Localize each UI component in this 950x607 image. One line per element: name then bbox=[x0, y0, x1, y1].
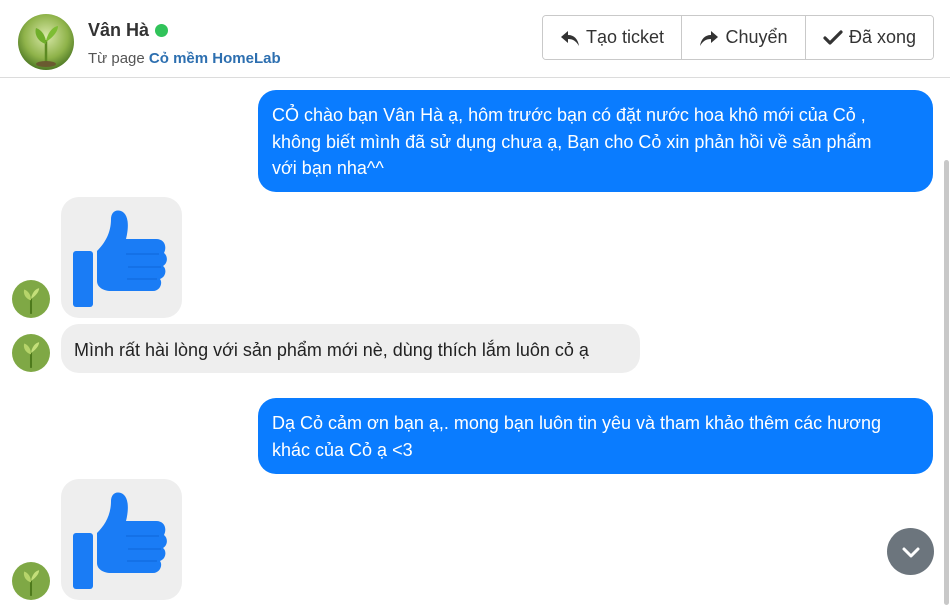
thumbs-up-icon bbox=[73, 210, 167, 307]
message-scrollbar[interactable] bbox=[943, 80, 950, 605]
avatar[interactable] bbox=[18, 14, 74, 70]
message-line: CỎ chào bạn Vân Hà ạ, hôm trước bạn có đ… bbox=[272, 105, 866, 125]
conversation-header: Vân Hà Từ page Cỏ mềm HomeLab Tạo ticket bbox=[0, 0, 950, 78]
contact-name-text: Vân Hà bbox=[88, 20, 150, 40]
checkmark-icon bbox=[823, 28, 843, 48]
message-line: không biết mình đã sử dụng chưa ạ, Bạn c… bbox=[272, 131, 872, 152]
chat-window: Vân Hà Từ page Cỏ mềm HomeLab Tạo ticket bbox=[0, 0, 950, 607]
message-line: Mình rất hài lòng với sản phẩm mới nè, d… bbox=[74, 340, 589, 360]
message-line: Dạ Cỏ cảm ơn bạn ạ,. mong bạn luôn tin y… bbox=[272, 413, 881, 433]
action-button-group: Tạo ticket Chuyển Đã xong bbox=[542, 15, 934, 60]
scroll-to-bottom-button[interactable] bbox=[887, 528, 934, 575]
contact-name: Vân Hà bbox=[88, 20, 169, 41]
message-line: với bạn nha^^ bbox=[272, 158, 384, 178]
contact-avatar-small[interactable] bbox=[12, 334, 50, 372]
mark-done-button[interactable]: Đã xong bbox=[806, 16, 933, 59]
online-status-icon bbox=[155, 24, 169, 37]
incoming-message[interactable]: Mình rất hài lòng với sản phẩm mới nè, d… bbox=[61, 324, 640, 373]
create-ticket-button[interactable]: Tạo ticket bbox=[543, 16, 682, 59]
thumbs-up-sticker[interactable] bbox=[61, 197, 182, 318]
create-ticket-label: Tạo ticket bbox=[585, 27, 665, 47]
share-arrow-icon bbox=[699, 28, 719, 48]
forward-button[interactable]: Chuyển bbox=[682, 16, 806, 59]
source-prefix: Từ page bbox=[88, 50, 145, 67]
thumbs-up-sticker[interactable] bbox=[61, 479, 182, 600]
contact-avatar-small[interactable] bbox=[12, 280, 50, 318]
page-source: Từ page Cỏ mềm HomeLab bbox=[88, 50, 281, 67]
mark-done-label: Đã xong bbox=[848, 27, 917, 47]
reply-arrow-icon bbox=[560, 28, 580, 48]
outgoing-message[interactable]: Dạ Cỏ cảm ơn bạn ạ,. mong bạn luôn tin y… bbox=[258, 398, 933, 474]
contact-avatar-small[interactable] bbox=[12, 562, 50, 600]
thumbs-up-icon bbox=[73, 492, 167, 589]
chevron-down-icon bbox=[902, 547, 919, 557]
page-name-link[interactable]: Cỏ mềm HomeLab bbox=[149, 50, 281, 67]
message-list[interactable]: CỎ chào bạn Vân Hà ạ, hôm trước bạn có đ… bbox=[0, 78, 950, 607]
message-line: khác của Cỏ ạ <3 bbox=[272, 439, 413, 460]
forward-label: Chuyển bbox=[725, 27, 788, 47]
scrollbar-thumb[interactable] bbox=[944, 160, 949, 605]
outgoing-message[interactable]: CỎ chào bạn Vân Hà ạ, hôm trước bạn có đ… bbox=[258, 90, 933, 192]
